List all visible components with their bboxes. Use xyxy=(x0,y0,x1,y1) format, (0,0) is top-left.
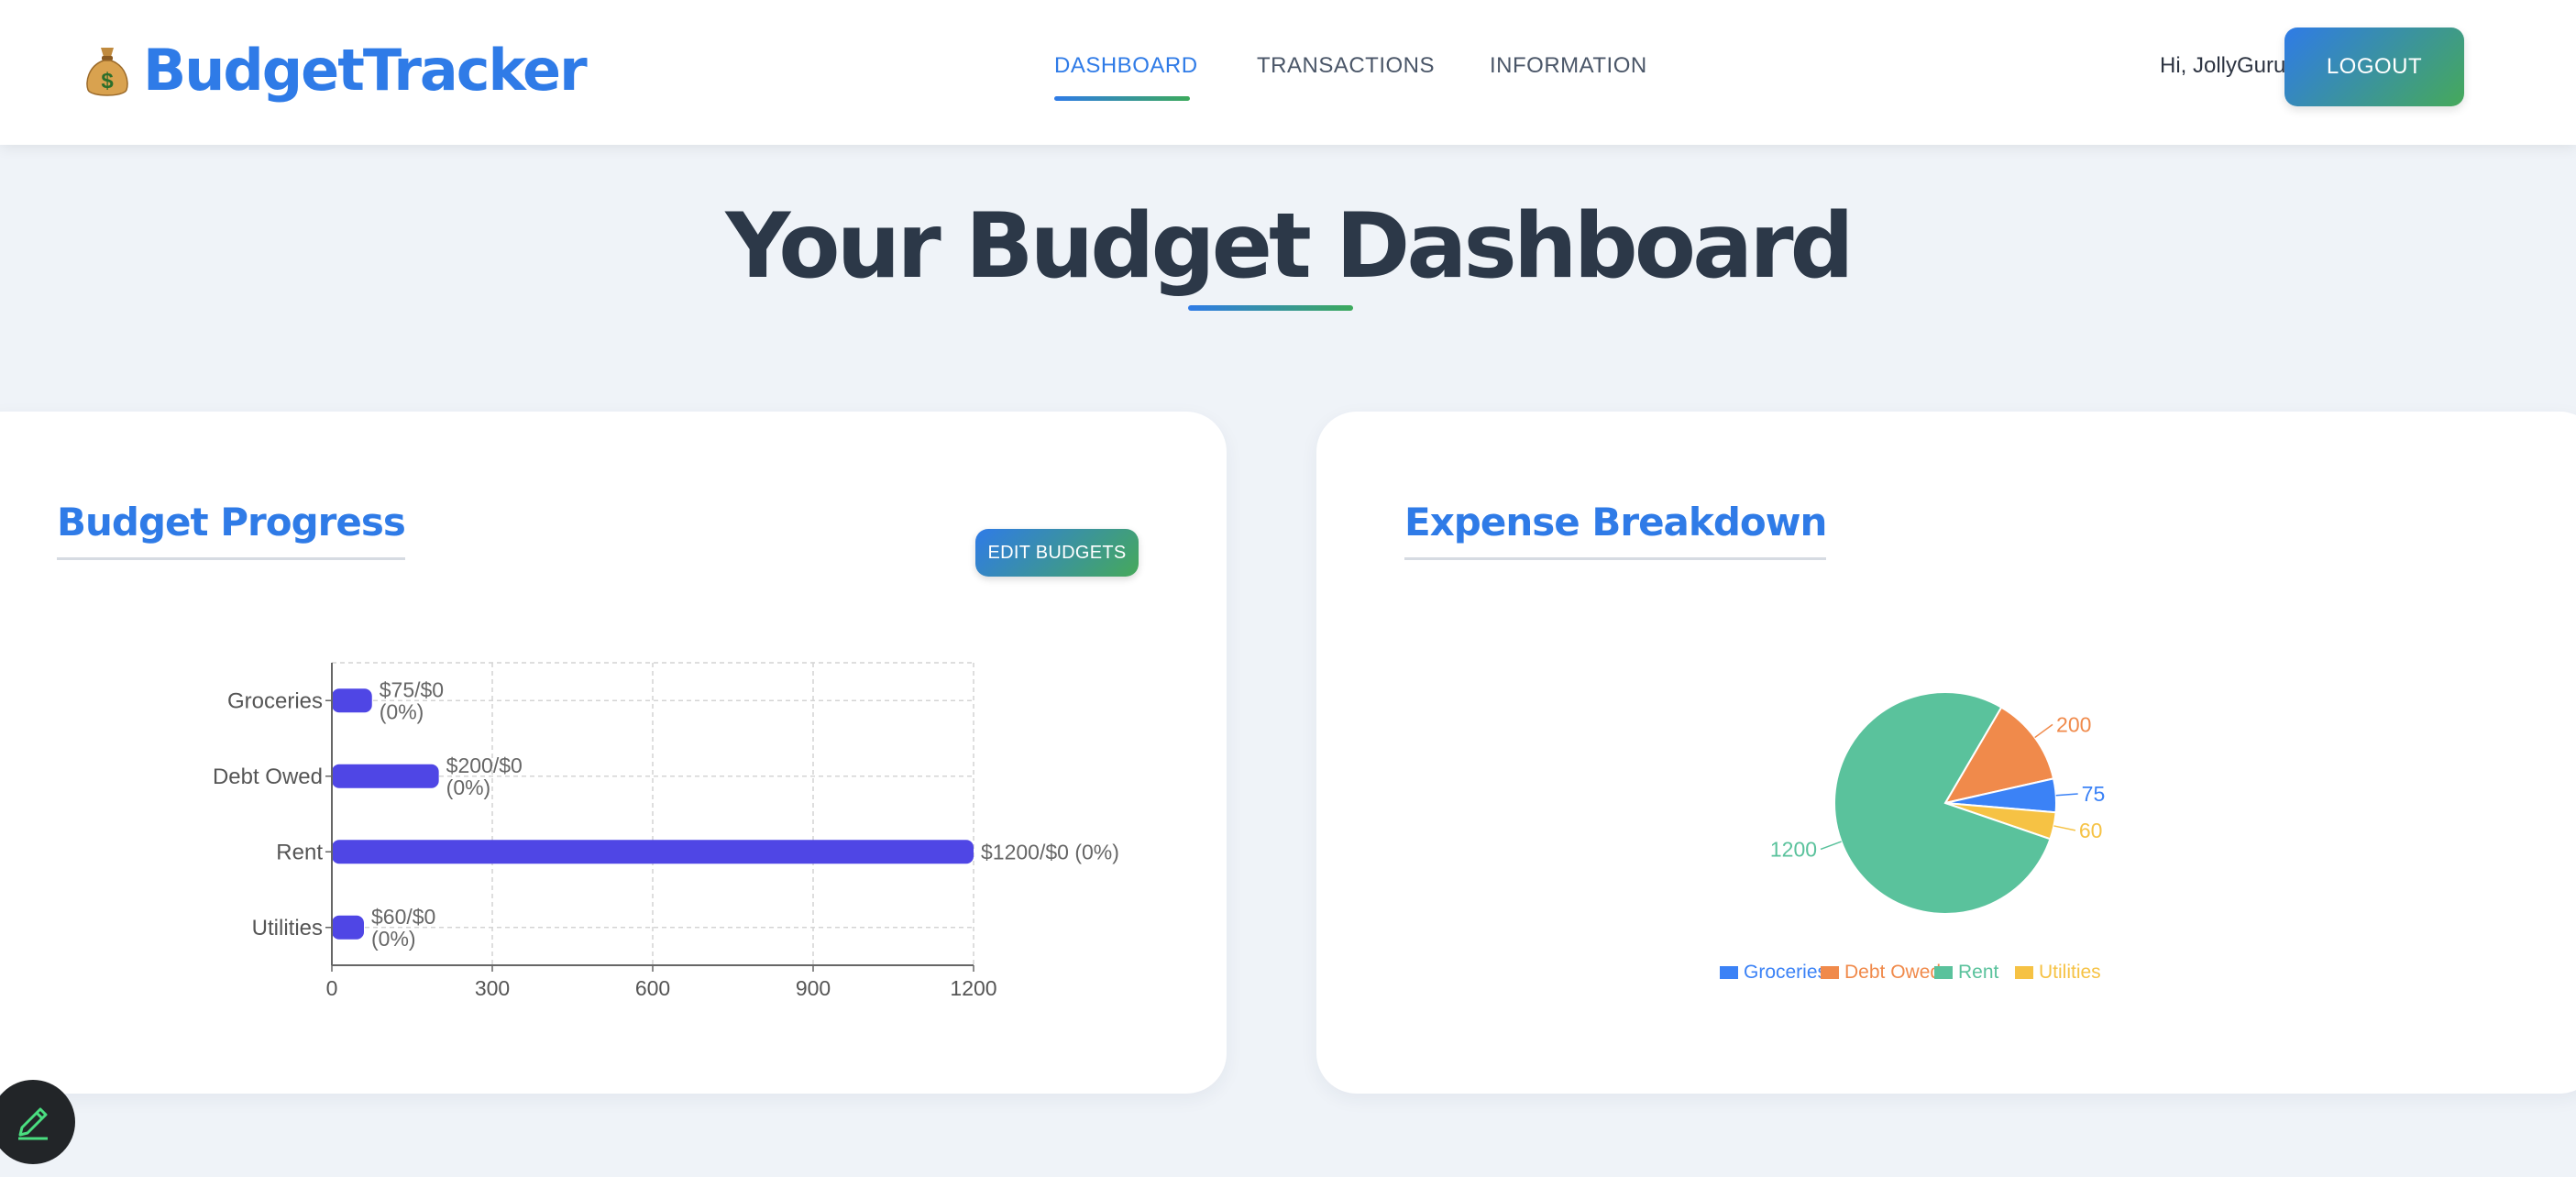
pie-data-label: 200 xyxy=(2056,712,2091,736)
x-tick-label: 0 xyxy=(326,976,338,1000)
money-bag-icon: $ xyxy=(86,47,128,96)
logout-button[interactable]: LOGOUT xyxy=(2284,28,2464,106)
bar xyxy=(332,764,439,788)
pie-data-label: 60 xyxy=(2079,819,2103,842)
legend-swatch xyxy=(1821,966,1839,979)
legend-swatch xyxy=(2015,966,2033,979)
page-title: Your Budget Dashboard xyxy=(725,194,1854,299)
bar-data-label: $1200/$0 (0%) xyxy=(981,840,1119,864)
bar xyxy=(332,688,372,713)
pie-label-leader xyxy=(2055,793,2078,797)
pie-data-label: 75 xyxy=(2082,782,2106,806)
edit-fab-button[interactable] xyxy=(0,1080,75,1164)
edit-budgets-button[interactable]: EDIT BUDGETS xyxy=(975,529,1139,577)
x-tick-label: 600 xyxy=(635,976,670,1000)
legend-label: Utilities xyxy=(2039,962,2101,983)
legend-label: Rent xyxy=(1958,962,1999,983)
y-tick-label: Debt Owed xyxy=(213,764,323,789)
budget-progress-title: Budget Progress xyxy=(57,500,406,560)
svg-text:$: $ xyxy=(101,69,114,94)
bar-data-label: $60/$0 (0%) xyxy=(371,905,435,951)
legend-swatch xyxy=(1934,966,1953,979)
title-underline xyxy=(1188,305,1353,311)
brand-logo[interactable]: $ BudgetTracker xyxy=(84,37,588,104)
x-tick-label: 900 xyxy=(796,976,831,1000)
pie-data-label: 1200 xyxy=(1770,837,1817,861)
budget-progress-chart: Groceries $75/$0 (0%) Debt Owed $200/$0 (0%) R… xyxy=(213,662,1119,1000)
pie-label-leader xyxy=(2034,723,2053,739)
legend-swatch xyxy=(1720,966,1738,979)
pie-label-leader xyxy=(1820,841,1842,851)
expense-pie-chart: 200 75 60 1200 Groceries Debt Owed Rent Utiliti… xyxy=(1720,691,2106,983)
legend-label: Groceries xyxy=(1744,962,1827,983)
active-nav-indicator xyxy=(1054,96,1190,101)
bar xyxy=(332,840,974,864)
pie-label-leader xyxy=(2053,825,2076,831)
brand-name: BudgetTracker xyxy=(143,37,588,104)
y-tick-label: Groceries xyxy=(227,688,323,713)
bar-data-label: $75/$0 (0%) xyxy=(380,677,444,723)
nav-transactions[interactable]: TRANSACTIONS xyxy=(1257,53,1435,79)
pencil-icon xyxy=(18,1107,48,1140)
bar-data-label: $200/$0 (0%) xyxy=(446,754,523,799)
legend-label: Debt Owed xyxy=(1844,962,1941,983)
user-greeting: Hi, JollyGuru xyxy=(2160,53,2286,78)
top-navbar: $ BudgetTracker DASHBOARD TRANSACTIONS I… xyxy=(0,0,2576,145)
bar xyxy=(332,915,364,940)
nav-information[interactable]: INFORMATION xyxy=(1490,53,1647,79)
x-tick-label: 300 xyxy=(475,976,510,1000)
x-tick-label: 1200 xyxy=(950,976,996,1000)
expense-breakdown-title: Expense Breakdown xyxy=(1404,500,1827,560)
y-tick-label: Rent xyxy=(276,840,323,864)
nav-dashboard[interactable]: DASHBOARD xyxy=(1054,53,1198,79)
y-tick-label: Utilities xyxy=(252,916,323,940)
